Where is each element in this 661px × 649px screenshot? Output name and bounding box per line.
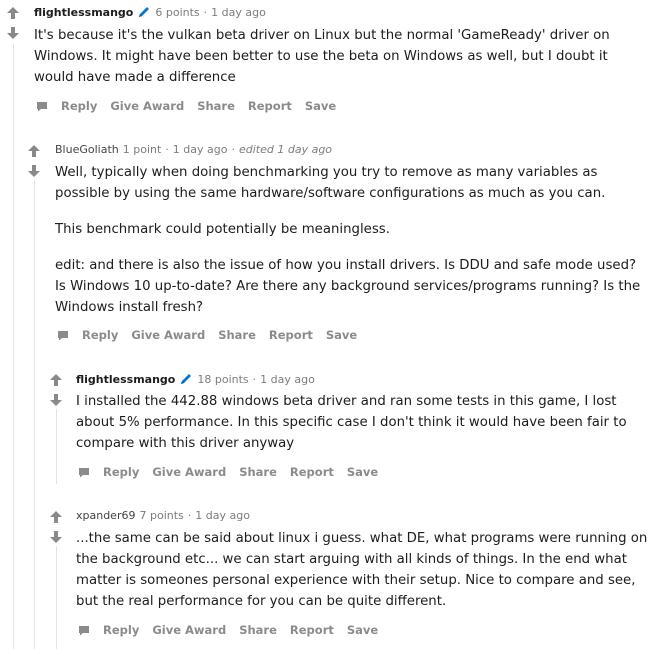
chat-bubble-icon: [57, 330, 69, 341]
give-award-button[interactable]: Give Award: [152, 465, 226, 479]
vote-controls: [49, 373, 63, 407]
meta-separator: ·: [231, 143, 235, 156]
comment-actions: Reply Give Award Share Report Save: [78, 465, 391, 479]
share-button[interactable]: Share: [239, 623, 277, 637]
comment-text: edit: and there is also the issue of how…: [55, 258, 641, 315]
arrow-up-icon[interactable]: [49, 373, 63, 387]
comment-actions: Reply Give Award Share Report Save: [57, 328, 370, 342]
report-button[interactable]: Report: [290, 465, 334, 479]
thread-line[interactable]: [13, 44, 14, 649]
reply-label: Reply: [103, 623, 140, 637]
comment-meta: flightlessmango 6 points · 1 day ago: [34, 5, 266, 19]
edited-label: edited 1 day ago: [238, 143, 333, 156]
comment-points: 18 points: [197, 372, 249, 386]
meta-separator: ·: [165, 143, 169, 156]
reply-button[interactable]: Reply: [78, 465, 139, 479]
save-button[interactable]: Save: [326, 328, 357, 342]
comment-points: 7 points: [139, 509, 184, 522]
comment-meta: flightlessmango 18 points · 1 day ago: [76, 372, 315, 386]
reply-label: Reply: [82, 328, 119, 342]
comment-actions: Reply Give Award Share Report Save: [36, 99, 349, 113]
comment-author[interactable]: flightlessmango: [34, 6, 133, 19]
comment-time[interactable]: 1 day ago: [195, 509, 250, 522]
give-award-button[interactable]: Give Award: [131, 328, 205, 342]
comment-text: Well, typically when doing benchmarking …: [55, 165, 606, 201]
comment-time[interactable]: 1 day ago: [173, 143, 228, 156]
comment-meta: BlueGoliath 1 point · 1 day ago · edited…: [55, 143, 332, 156]
save-button[interactable]: Save: [305, 99, 336, 113]
comment-body: Well, typically when doing benchmarking …: [55, 162, 650, 318]
comment-text: I installed the 442.88 windows beta driv…: [76, 394, 627, 451]
meta-separator: ·: [187, 509, 192, 522]
comment-text: ...the same can be said about linux i gu…: [76, 531, 648, 609]
thread-line[interactable]: [56, 546, 57, 649]
reply-button[interactable]: Reply: [78, 623, 139, 637]
meta-separator: ·: [203, 5, 208, 19]
chat-bubble-icon: [78, 467, 90, 478]
reply-label: Reply: [103, 465, 140, 479]
arrow-down-icon[interactable]: [49, 530, 63, 544]
comment-text: It's because it's the vulkan beta driver…: [34, 28, 610, 85]
chat-bubble-icon: [78, 625, 90, 636]
vote-controls: [49, 510, 63, 544]
give-award-button[interactable]: Give Award: [110, 99, 184, 113]
give-award-button[interactable]: Give Award: [152, 623, 226, 637]
save-button[interactable]: Save: [347, 623, 378, 637]
arrow-down-icon[interactable]: [49, 393, 63, 407]
comment-body: It's because it's the vulkan beta driver…: [34, 25, 644, 88]
share-button[interactable]: Share: [239, 465, 277, 479]
save-button[interactable]: Save: [347, 465, 378, 479]
arrow-up-icon[interactable]: [6, 6, 20, 20]
report-button[interactable]: Report: [269, 328, 313, 342]
thread-line[interactable]: [56, 409, 57, 484]
comment-text: This benchmark could potentially be mean…: [55, 222, 390, 237]
comment-body: ...the same can be said about linux i gu…: [76, 528, 651, 612]
arrow-up-icon[interactable]: [49, 510, 63, 524]
report-button[interactable]: Report: [290, 623, 334, 637]
pen-icon: [137, 5, 151, 19]
vote-controls: [27, 144, 41, 178]
comment-time[interactable]: 1 day ago: [260, 373, 315, 386]
comment-meta: xpander69 7 points · 1 day ago: [76, 509, 250, 522]
comment-time[interactable]: 1 day ago: [211, 6, 266, 19]
comment-author[interactable]: flightlessmango: [76, 373, 175, 386]
thread-line[interactable]: [34, 180, 35, 649]
share-button[interactable]: Share: [197, 99, 235, 113]
reply-button[interactable]: Reply: [57, 328, 118, 342]
arrow-up-icon[interactable]: [27, 144, 41, 158]
comment-points: 1 point: [122, 143, 162, 156]
chat-bubble-icon: [36, 101, 48, 112]
comment-actions: Reply Give Award Share Report Save: [78, 623, 391, 637]
comment-points: 6 points: [155, 5, 200, 19]
comment-body: I installed the 442.88 windows beta driv…: [76, 391, 651, 454]
arrow-down-icon[interactable]: [27, 164, 41, 178]
reply-button[interactable]: Reply: [36, 99, 97, 113]
meta-separator: ·: [252, 372, 257, 386]
comment-author[interactable]: BlueGoliath: [55, 143, 119, 156]
reply-label: Reply: [61, 99, 98, 113]
vote-controls: [6, 6, 20, 40]
arrow-down-icon[interactable]: [6, 26, 20, 40]
comment-author[interactable]: xpander69: [76, 509, 135, 522]
share-button[interactable]: Share: [218, 328, 256, 342]
pen-icon: [179, 372, 193, 386]
report-button[interactable]: Report: [248, 99, 292, 113]
